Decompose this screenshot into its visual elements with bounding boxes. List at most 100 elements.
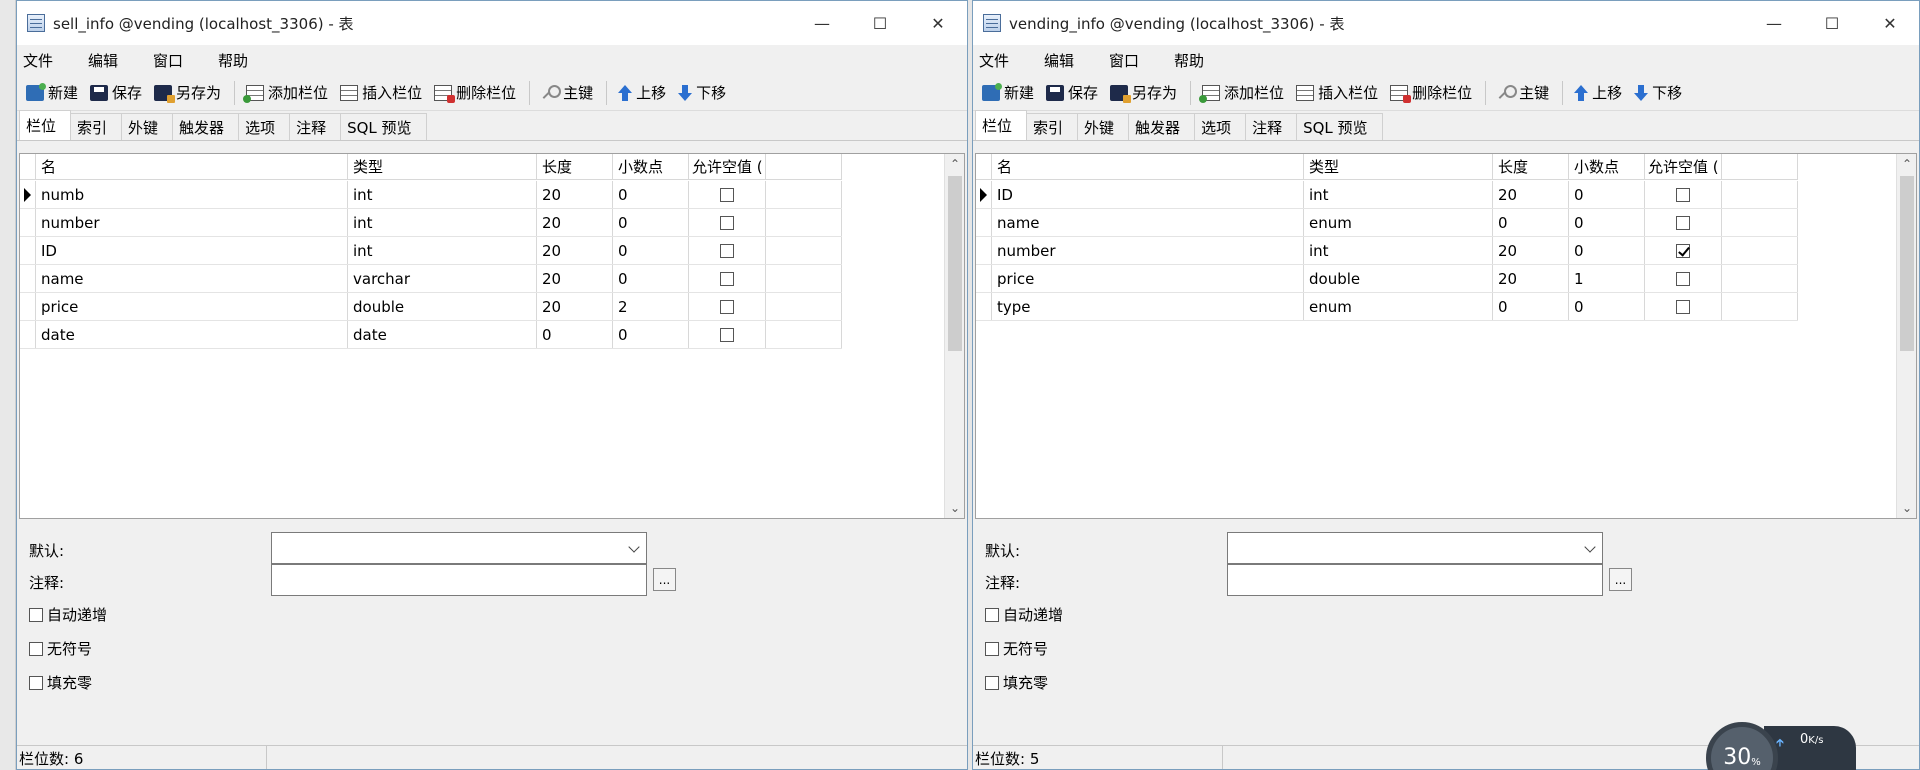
column-header-length[interactable]: 长度 [1493, 154, 1569, 179]
not-null-checkbox[interactable] [1676, 215, 1690, 230]
scroll-thumb[interactable] [1900, 176, 1914, 351]
field-decimals-cell[interactable]: 0 [1569, 209, 1645, 236]
field-name-cell[interactable]: ID [992, 181, 1304, 208]
not-null-checkbox[interactable] [720, 187, 734, 202]
field-decimals-cell[interactable]: 0 [613, 237, 689, 264]
not-null-checkbox[interactable] [720, 327, 734, 342]
field-length-cell[interactable]: 20 [1493, 237, 1569, 264]
auto-increment-option[interactable]: 自动递增 [29, 604, 107, 625]
minimize-button[interactable]: — [793, 1, 851, 45]
menu-help[interactable]: 帮助 [1174, 50, 1218, 71]
field-name-cell[interactable]: price [36, 293, 348, 320]
unsigned-checkbox[interactable] [29, 641, 43, 656]
delete-field-button[interactable]: 删除栏位 [429, 79, 521, 107]
table-row[interactable]: price double 20 1 [976, 265, 1798, 293]
menu-edit[interactable]: 编辑 [88, 50, 132, 71]
tab-comment[interactable]: 注释 [289, 113, 342, 140]
field-type-cell[interactable]: int [1304, 237, 1493, 264]
vertical-scrollbar[interactable]: ⌃ ⌄ [944, 154, 964, 518]
new-button[interactable]: 新建 [21, 79, 83, 107]
field-name-cell[interactable]: price [992, 265, 1304, 292]
delete-field-button[interactable]: 删除栏位 [1385, 79, 1477, 107]
not-null-checkbox[interactable] [1676, 187, 1690, 202]
scroll-thumb[interactable] [948, 176, 962, 351]
field-decimals-cell[interactable]: 0 [613, 321, 689, 348]
add-field-button[interactable]: 添加栏位 [1197, 79, 1289, 107]
vertical-scrollbar[interactable]: ⌃ ⌄ [1896, 154, 1916, 518]
auto-increment-checkbox[interactable] [985, 607, 999, 622]
column-header-type[interactable]: 类型 [348, 154, 537, 179]
table-row[interactable]: name varchar 20 0 [20, 265, 842, 293]
move-down-button[interactable]: 下移 [673, 79, 731, 107]
auto-increment-option[interactable]: 自动递增 [985, 604, 1063, 625]
tab-fields[interactable]: 栏位 [19, 110, 72, 140]
field-length-cell[interactable]: 20 [537, 237, 613, 264]
field-name-cell[interactable]: number [36, 209, 348, 236]
menu-file[interactable]: 文件 [979, 50, 1023, 71]
column-header-decimals[interactable]: 小数点 [1569, 154, 1645, 179]
move-down-button[interactable]: 下移 [1629, 79, 1687, 107]
field-type-cell[interactable]: int [348, 181, 537, 208]
insert-field-button[interactable]: 插入栏位 [1291, 79, 1383, 107]
not-null-checkbox[interactable] [1676, 299, 1690, 314]
default-value-select[interactable] [271, 532, 647, 564]
field-decimals-cell[interactable]: 0 [613, 209, 689, 236]
tab-indexes[interactable]: 索引 [70, 113, 123, 140]
tab-sql-preview[interactable]: SQL 预览 [1296, 113, 1383, 140]
menu-help[interactable]: 帮助 [218, 50, 262, 71]
not-null-checkbox[interactable] [720, 271, 734, 286]
maximize-button[interactable]: ☐ [851, 1, 909, 45]
zerofill-option[interactable]: 填充零 [985, 672, 1048, 693]
comment-input[interactable] [271, 564, 647, 596]
field-type-cell[interactable]: int [348, 237, 537, 264]
field-name-cell[interactable]: date [36, 321, 348, 348]
column-header-not-null[interactable]: 允许空值 ( [1645, 154, 1722, 179]
tab-triggers[interactable]: 触发器 [172, 113, 240, 140]
field-length-cell[interactable]: 20 [537, 209, 613, 236]
table-row[interactable]: ID int 20 0 [20, 237, 842, 265]
save-as-button[interactable]: 另存为 [1105, 79, 1182, 107]
field-length-cell[interactable]: 20 [537, 265, 613, 292]
close-button[interactable]: ✕ [909, 1, 967, 45]
field-decimals-cell[interactable]: 2 [613, 293, 689, 320]
table-row[interactable]: type enum 0 0 [976, 293, 1798, 321]
scroll-up-icon[interactable]: ⌃ [945, 154, 964, 174]
field-decimals-cell[interactable]: 0 [1569, 237, 1645, 264]
field-type-cell[interactable]: int [348, 209, 537, 236]
menu-edit[interactable]: 编辑 [1044, 50, 1088, 71]
not-null-checkbox[interactable] [720, 215, 734, 230]
system-monitor-widget[interactable]: 🡱 0K/s 30% [1706, 718, 1856, 770]
field-name-cell[interactable]: ID [36, 237, 348, 264]
field-name-cell[interactable]: number [992, 237, 1304, 264]
tab-indexes[interactable]: 索引 [1026, 113, 1079, 140]
field-length-cell[interactable]: 20 [537, 181, 613, 208]
column-header-name[interactable]: 名 [992, 154, 1304, 179]
column-header-decimals[interactable]: 小数点 [613, 154, 689, 179]
column-header-length[interactable]: 长度 [537, 154, 613, 179]
field-name-cell[interactable]: numb [36, 181, 348, 208]
field-decimals-cell[interactable]: 0 [1569, 293, 1645, 320]
primary-key-button[interactable]: 主键 [536, 79, 598, 107]
zerofill-checkbox[interactable] [29, 675, 43, 690]
field-decimals-cell[interactable]: 1 [1569, 265, 1645, 292]
table-row[interactable]: date date 0 0 [20, 321, 842, 349]
column-header-not-null[interactable]: 允许空值 ( [689, 154, 766, 179]
comment-edit-button[interactable]: ... [1609, 568, 1632, 591]
table-row[interactable]: name enum 0 0 [976, 209, 1798, 237]
tab-options[interactable]: 选项 [238, 113, 291, 140]
new-button[interactable]: 新建 [977, 79, 1039, 107]
column-header-type[interactable]: 类型 [1304, 154, 1493, 179]
field-length-cell[interactable]: 0 [1493, 209, 1569, 236]
auto-increment-checkbox[interactable] [29, 607, 43, 622]
field-decimals-cell[interactable]: 0 [613, 181, 689, 208]
unsigned-checkbox[interactable] [985, 641, 999, 656]
save-button[interactable]: 保存 [1041, 79, 1103, 107]
field-length-cell[interactable]: 20 [1493, 265, 1569, 292]
unsigned-option[interactable]: 无符号 [29, 638, 92, 659]
default-value-select[interactable] [1227, 532, 1603, 564]
add-field-button[interactable]: 添加栏位 [241, 79, 333, 107]
field-name-cell[interactable]: name [36, 265, 348, 292]
table-row[interactable]: ID int 20 0 [976, 181, 1798, 209]
field-length-cell[interactable]: 20 [1493, 181, 1569, 208]
table-row[interactable]: numb int 20 0 [20, 181, 842, 209]
